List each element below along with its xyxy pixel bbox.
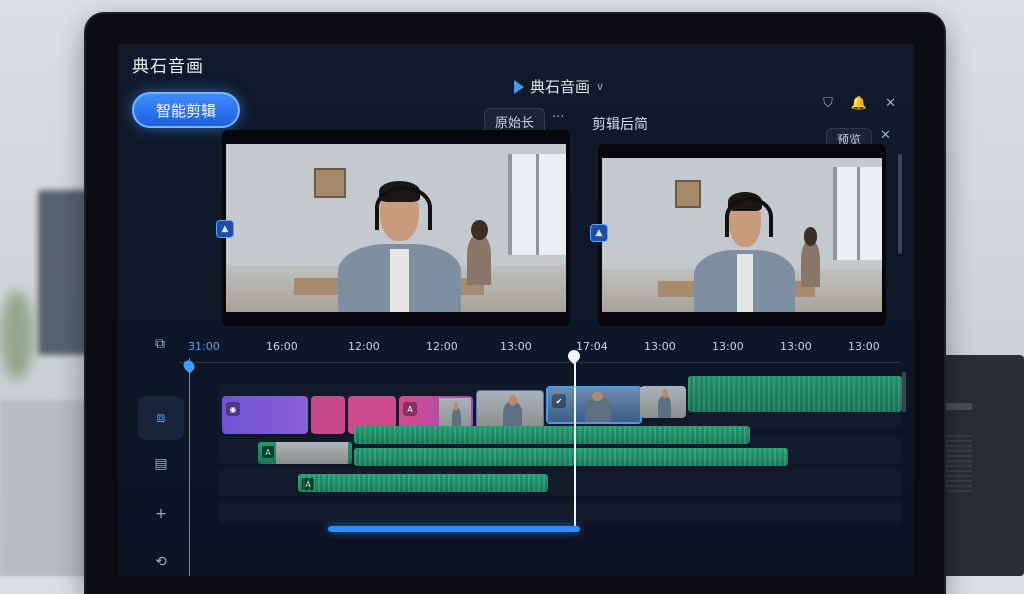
tick-label: 16:00: [266, 340, 298, 353]
tick-label: 13:00: [780, 340, 812, 353]
timeline-scrollbar[interactable]: [902, 372, 906, 412]
video-clip[interactable]: [476, 390, 544, 430]
presenter-figure: [694, 191, 796, 312]
tick-label: 13:00: [848, 340, 880, 353]
edited-video-preview[interactable]: [598, 144, 886, 326]
project-title-dropdown[interactable]: 典石音画 ∨: [514, 76, 604, 97]
tick-label: 13:00: [644, 340, 676, 353]
original-video-preview[interactable]: [222, 130, 570, 326]
video-frame: [602, 158, 882, 312]
background-shelf: [38, 190, 90, 355]
presenter-figure: [338, 180, 461, 312]
empty-track: [218, 500, 902, 524]
tick-label: 31:00: [188, 340, 220, 353]
preview-scrollbar[interactable]: [898, 154, 902, 254]
start-marker-line: [189, 358, 190, 576]
project-title: 典石音画: [530, 78, 591, 96]
tick-label: 12:00: [348, 340, 380, 353]
selected-video-clip[interactable]: ✔: [546, 386, 642, 424]
render-progress-bar: [328, 526, 580, 532]
bell-icon[interactable]: 🔔: [851, 96, 867, 111]
video-clip[interactable]: ◉: [222, 396, 308, 434]
left-marker-icon[interactable]: ▲: [216, 220, 234, 238]
app-title: 典石音画: [132, 57, 204, 77]
audio-clip[interactable]: [354, 426, 750, 444]
tick-label: 17:04: [576, 340, 608, 353]
audio-icon: A: [262, 446, 274, 458]
more-options-icon[interactable]: ···: [552, 110, 564, 125]
audio-clip[interactable]: [354, 448, 788, 466]
play-logo-icon: [514, 79, 524, 94]
layers-icon[interactable]: ⧈: [138, 396, 184, 440]
music-clip[interactable]: [688, 376, 902, 412]
audio-clip[interactable]: A: [298, 474, 548, 492]
tick-label: 12:00: [426, 340, 458, 353]
video-editor-window: 典石音画 典石音画 ∨ ⛉ 🔔 ✕ 智能剪辑 原始长 ··· 剪辑后简 预览 ✕…: [118, 44, 914, 576]
playhead-line[interactable]: [574, 358, 576, 528]
timeline-settings-icon[interactable]: ⧉: [140, 330, 180, 358]
add-icon[interactable]: +: [138, 492, 184, 536]
close-preview-icon[interactable]: ✕: [880, 128, 891, 143]
clip-type-icon: A: [403, 402, 417, 416]
video-frame: [226, 144, 566, 312]
desktop-computer-case: [936, 355, 1024, 576]
chevron-down-icon: ∨: [596, 80, 605, 93]
refresh-icon[interactable]: ⟲: [138, 540, 184, 576]
ruler-baseline: [180, 362, 900, 363]
after-edit-label: 剪辑后简: [592, 117, 648, 133]
audio-clip[interactable]: A: [258, 442, 352, 464]
background-plant: [0, 290, 34, 380]
tick-label: 13:00: [712, 340, 744, 353]
text-icon[interactable]: ▤: [138, 442, 184, 486]
clip-type-icon: ◉: [226, 402, 240, 416]
clip-type-icon: ✔: [552, 394, 566, 408]
close-icon[interactable]: ✕: [885, 96, 896, 111]
smart-edit-button[interactable]: 智能剪辑: [132, 92, 240, 128]
window-controls: ⛉ 🔔 ✕: [823, 96, 896, 111]
tick-label: 13:00: [500, 340, 532, 353]
shield-icon[interactable]: ⛉: [823, 96, 833, 111]
right-marker-icon[interactable]: ▲: [590, 224, 608, 242]
video-clip[interactable]: [640, 386, 686, 418]
video-clip[interactable]: [311, 396, 345, 434]
